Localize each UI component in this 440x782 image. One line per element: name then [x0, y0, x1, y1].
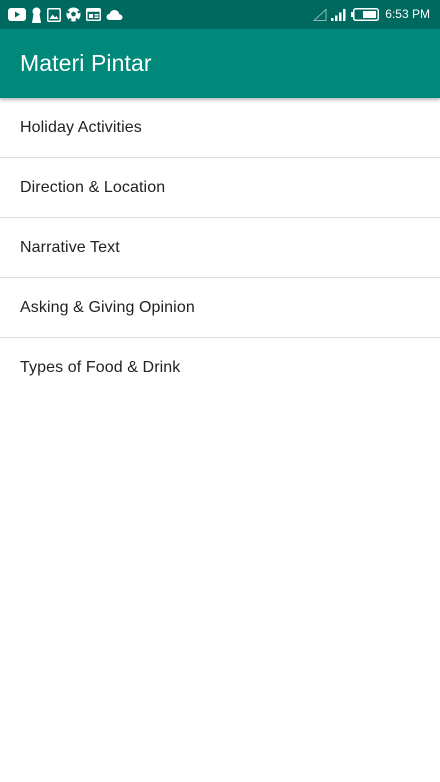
materials-list: Holiday Activities Direction & Location …: [0, 98, 440, 397]
system-icons: 6:53 PM: [313, 6, 430, 23]
status-bar: 6:53 PM: [0, 0, 440, 29]
list-item-label: Direction & Location: [20, 178, 166, 196]
status-time: 6:53 PM: [385, 7, 430, 21]
app-bar: Materi Pintar: [0, 29, 440, 98]
cloud-icon: [106, 9, 123, 21]
list-item-direction-location[interactable]: Direction & Location: [0, 158, 440, 218]
list-item-label: Asking & Giving Opinion: [20, 298, 195, 316]
signal-icon: [331, 8, 347, 21]
app-title: Materi Pintar: [20, 50, 152, 76]
list-item-label: Holiday Activities: [20, 118, 142, 136]
list-item-types-of-food-drink[interactable]: Types of Food & Drink: [0, 338, 440, 397]
youtube-icon: [8, 8, 26, 21]
notification-icons: [8, 6, 123, 23]
image-icon: [47, 7, 61, 22]
list-item-holiday-activities[interactable]: Holiday Activities: [0, 98, 440, 158]
soccer-ball-icon: [66, 7, 81, 22]
list-item-narrative-text[interactable]: Narrative Text: [0, 218, 440, 278]
list-item-label: Types of Food & Drink: [20, 358, 181, 376]
signal-empty-icon: [313, 8, 327, 21]
list-item-label: Narrative Text: [20, 238, 120, 256]
keyhole-icon: [31, 7, 42, 23]
browser-window-icon: [86, 8, 101, 21]
list-item-asking-giving-opinion[interactable]: Asking & Giving Opinion: [0, 278, 440, 338]
battery-icon: [351, 8, 380, 21]
